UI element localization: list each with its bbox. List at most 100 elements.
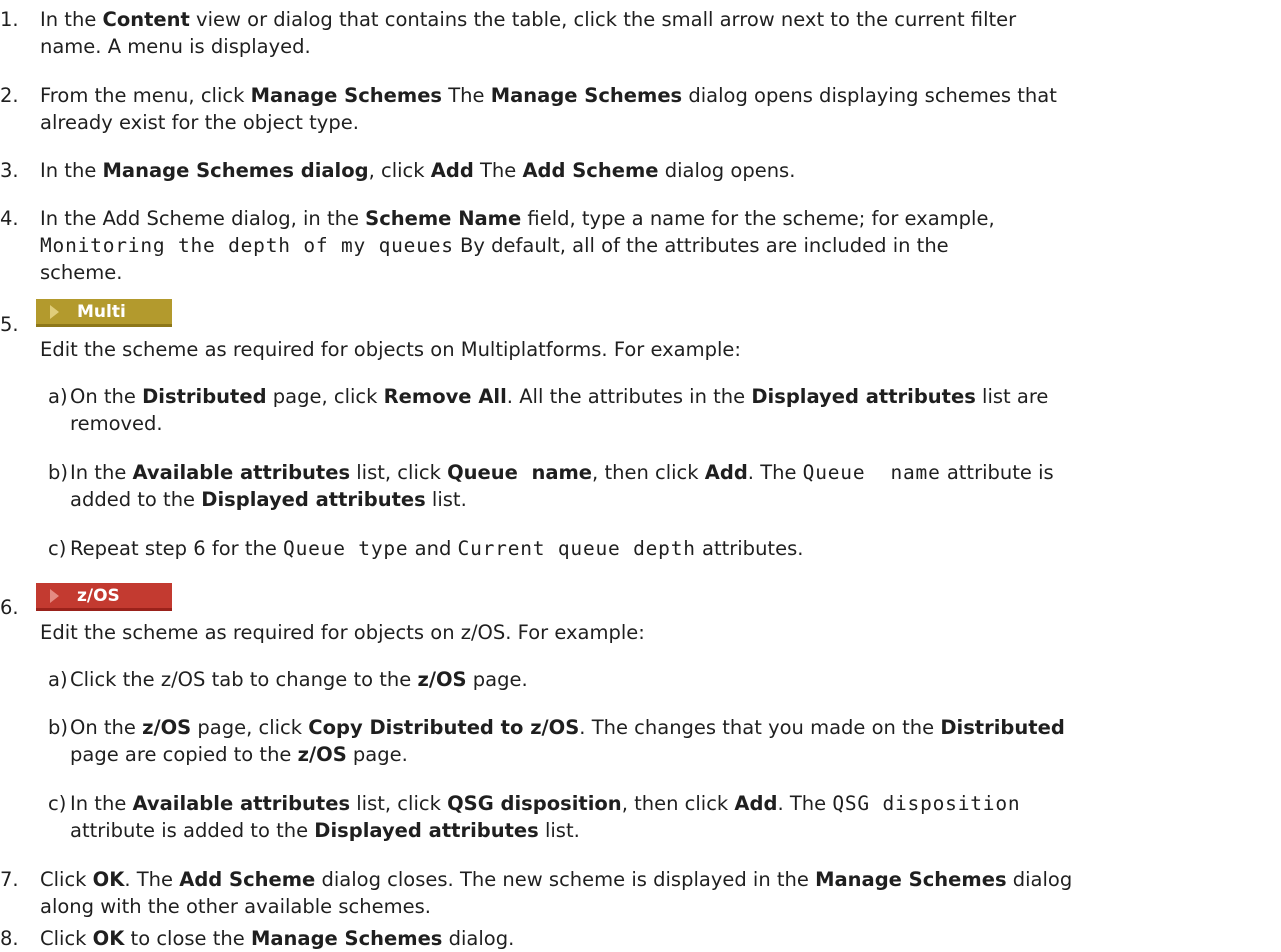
text-run: added to the bbox=[70, 488, 202, 511]
bold-text: Available attributes bbox=[132, 792, 351, 815]
text-run: dialog. bbox=[442, 927, 515, 950]
text-run: view or dialog that contains the table, … bbox=[189, 8, 1017, 31]
bold-text: OK bbox=[92, 868, 125, 891]
text-line: along with the other available schemes. bbox=[40, 893, 1278, 920]
bold-text: Add Scheme bbox=[179, 868, 316, 891]
substep-text: In the Available attributes list, click … bbox=[70, 459, 1280, 513]
code-text: Monitoring the depth of my queues bbox=[40, 234, 454, 257]
bold-text: Add bbox=[734, 792, 778, 815]
text-run: . The bbox=[777, 792, 833, 815]
bold-text: Manage Schemes dialog bbox=[102, 159, 369, 182]
step-text: In the Content view or dialog that conta… bbox=[40, 6, 1278, 60]
text-run: , click bbox=[368, 159, 431, 182]
bold-text: Manage Schemes bbox=[250, 84, 443, 107]
bold-text: QSG disposition bbox=[447, 792, 622, 815]
text-run: page. bbox=[346, 743, 408, 766]
bold-text: Displayed attributes bbox=[201, 488, 426, 511]
badge-label: z/OS bbox=[77, 585, 120, 606]
substep-text: Click the z/OS tab to change to the z/OS… bbox=[70, 666, 1280, 693]
text-line: removed. bbox=[70, 410, 1280, 437]
bold-text: Distributed bbox=[142, 385, 267, 408]
text-line: In the Manage Schemes dialog, click Add … bbox=[40, 157, 1278, 184]
text-run: list. bbox=[538, 819, 580, 842]
text-run: . The changes that you made on the bbox=[579, 716, 941, 739]
badge-arrow-icon bbox=[50, 588, 59, 603]
text-run: In the bbox=[70, 792, 133, 815]
step-number: 8. bbox=[0, 927, 19, 950]
text-line: Repeat step 6 for the Queue type and Cur… bbox=[70, 535, 1280, 562]
text-run: On the bbox=[70, 385, 143, 408]
text-line: name. A menu is displayed. bbox=[40, 33, 1278, 60]
text-run: to close the bbox=[124, 927, 251, 950]
code-text: QSG disposition bbox=[832, 792, 1021, 815]
text-run: page are copied to the bbox=[70, 743, 298, 766]
text-run: From the menu, click bbox=[40, 84, 251, 107]
text-run: attributes. bbox=[695, 537, 804, 560]
text-run: page, click bbox=[266, 385, 384, 408]
text-line: Monitoring the depth of my queues By def… bbox=[40, 232, 1278, 259]
step-text: Click OK to close the Manage Schemes dia… bbox=[40, 925, 1278, 952]
text-run: attribute is bbox=[940, 461, 1054, 484]
bold-text: Scheme Name bbox=[365, 207, 522, 230]
step-text: In the Manage Schemes dialog, click Add … bbox=[40, 157, 1278, 184]
text-run: removed. bbox=[70, 412, 163, 435]
zos-platform-badge: z/OS bbox=[36, 583, 172, 611]
text-line: attribute is added to the Displayed attr… bbox=[70, 817, 1280, 844]
bold-text: Displayed attributes bbox=[314, 819, 539, 842]
text-line: added to the Displayed attributes list. bbox=[70, 486, 1280, 513]
step-number: 4. bbox=[0, 207, 19, 230]
text-run: field, type a name for the scheme; for e… bbox=[521, 207, 995, 230]
code-text: Queue name bbox=[802, 461, 941, 484]
bold-text: Add bbox=[704, 461, 748, 484]
bold-text: Distributed bbox=[940, 716, 1065, 739]
text-run: . The bbox=[124, 868, 180, 891]
text-line: In the Content view or dialog that conta… bbox=[40, 6, 1278, 33]
text-line: already exist for the object type. bbox=[40, 109, 1278, 136]
step-number: 3. bbox=[0, 159, 19, 182]
text-run: , then click bbox=[592, 461, 705, 484]
text-run: Repeat step 6 for the bbox=[70, 537, 284, 560]
bold-text: z/OS bbox=[297, 743, 347, 766]
bold-text: z/OS bbox=[142, 716, 192, 739]
bold-text: Displayed attributes bbox=[751, 385, 976, 408]
text-run: , then click bbox=[621, 792, 735, 815]
text-run: list. bbox=[425, 488, 467, 511]
bold-text: Manage Schemes bbox=[815, 868, 1007, 891]
substep-text: Repeat step 6 for the Queue type and Cur… bbox=[70, 535, 1280, 562]
bold-text: Copy Distributed to z/OS bbox=[308, 716, 580, 739]
step-number: 5. bbox=[0, 313, 19, 336]
text-run: The bbox=[473, 159, 523, 182]
bold-text: z/OS bbox=[417, 668, 467, 691]
text-run: By default, all of the attributes are in… bbox=[453, 234, 949, 257]
bold-text: Add bbox=[430, 159, 474, 182]
text-run: attribute is added to the bbox=[70, 819, 315, 842]
text-line: Click OK. The Add Scheme dialog closes. … bbox=[40, 866, 1278, 893]
text-line: Click the z/OS tab to change to the z/OS… bbox=[70, 666, 1280, 693]
text-run: and bbox=[408, 537, 458, 560]
bold-text: Add Scheme bbox=[522, 159, 659, 182]
text-line: From the menu, click Manage Schemes The … bbox=[40, 82, 1278, 109]
bold-text: Available attributes bbox=[132, 461, 351, 484]
text-run: list, click bbox=[350, 461, 448, 484]
text-run: In the Add Scheme dialog, in the bbox=[40, 207, 366, 230]
bold-text: OK bbox=[92, 927, 125, 950]
multi-platform-badge: Multi bbox=[36, 299, 172, 327]
text-line: page are copied to the z/OS page. bbox=[70, 741, 1280, 768]
text-run: . All the attributes in the bbox=[506, 385, 752, 408]
step-number: 7. bbox=[0, 868, 19, 891]
bold-text: Manage Schemes bbox=[250, 927, 443, 950]
badge-label: Multi bbox=[77, 301, 126, 322]
substep-text: On the Distributed page, click Remove Al… bbox=[70, 383, 1280, 437]
text-run: On the bbox=[70, 716, 143, 739]
step-number: 1. bbox=[0, 8, 19, 31]
step-text: Click OK. The Add Scheme dialog closes. … bbox=[40, 866, 1278, 920]
text-run: . The bbox=[747, 461, 803, 484]
text-run: In the bbox=[40, 159, 103, 182]
substep-text: In the Available attributes list, click … bbox=[70, 790, 1280, 844]
code-text: Queue type bbox=[283, 537, 409, 560]
text-run: Click the z/OS tab to change to the bbox=[70, 668, 418, 691]
text-run: list, click bbox=[350, 792, 448, 815]
bold-text: Queue name bbox=[447, 461, 593, 484]
step-text: In the Add Scheme dialog, in the Scheme … bbox=[40, 205, 1278, 286]
text-line: Click OK to close the Manage Schemes dia… bbox=[40, 925, 1278, 952]
